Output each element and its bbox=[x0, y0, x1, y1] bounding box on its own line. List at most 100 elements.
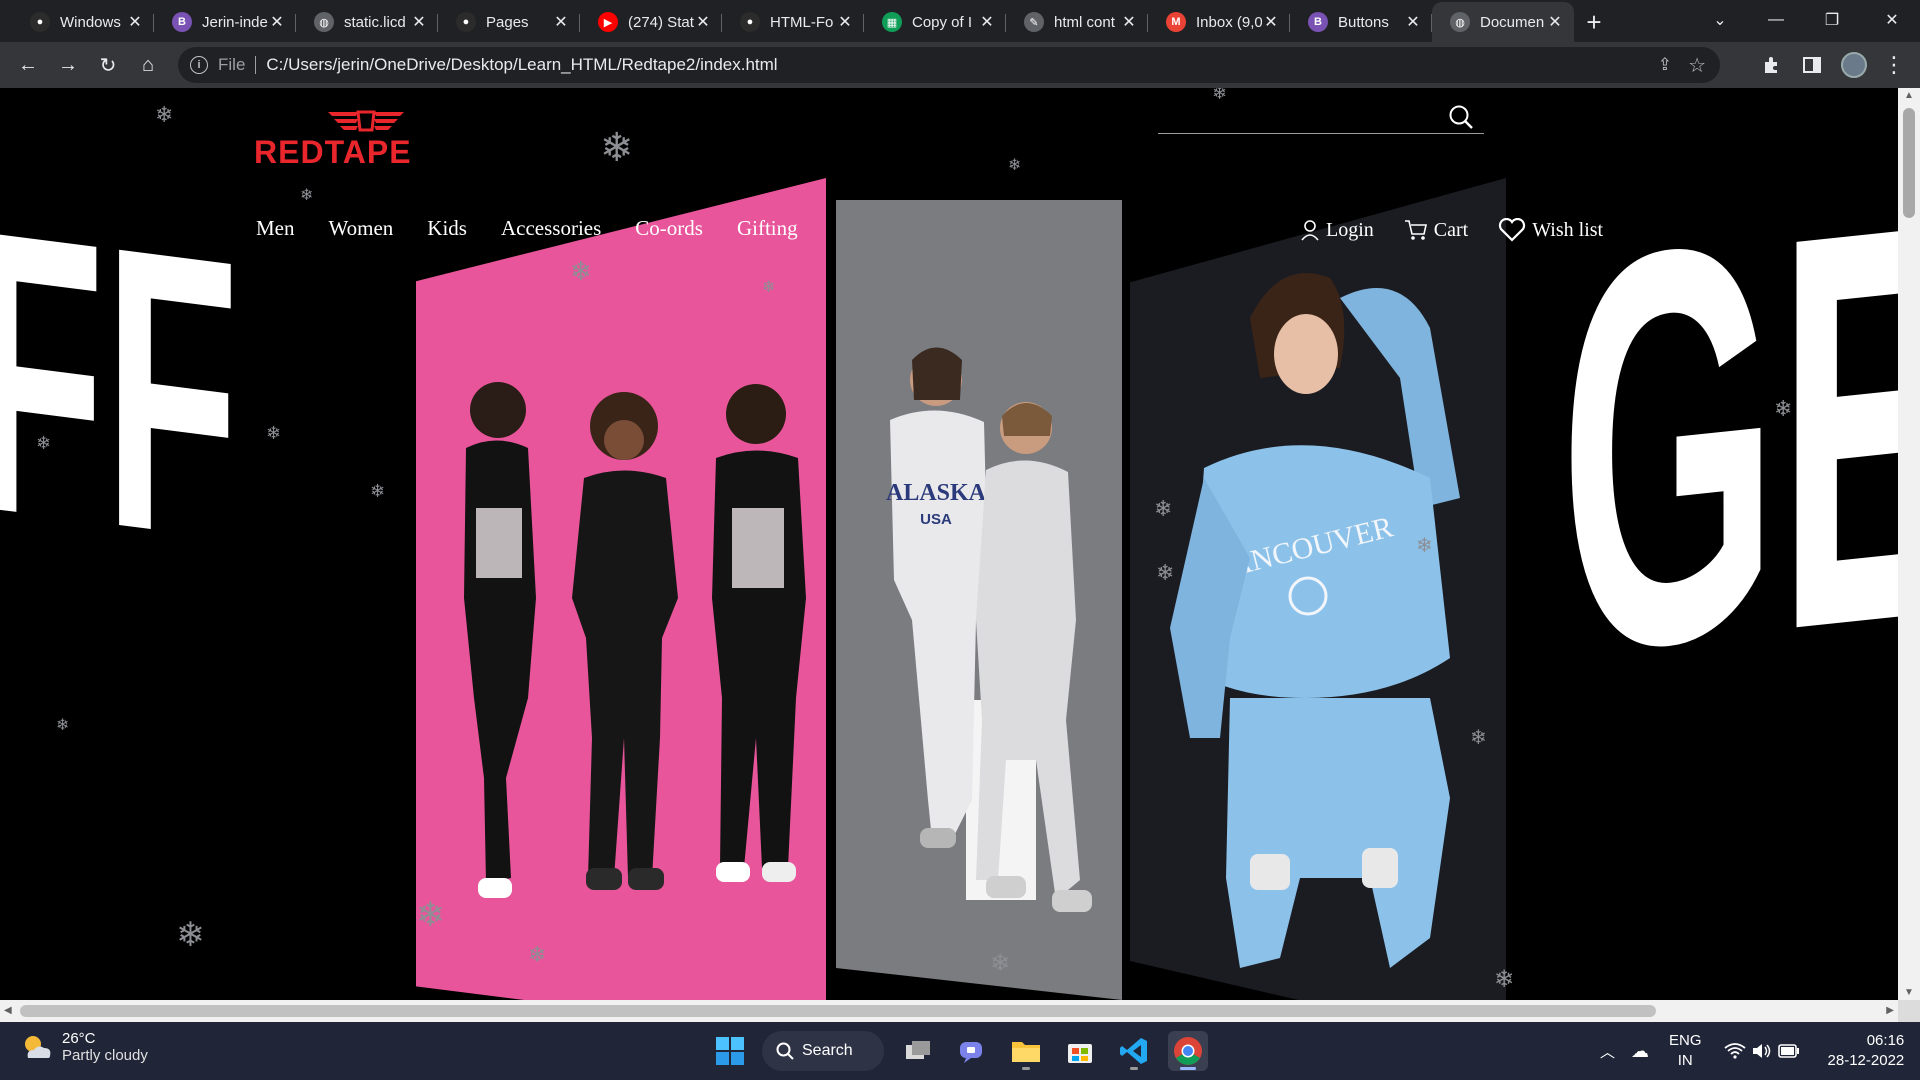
share-icon[interactable]: ⇪ bbox=[1658, 55, 1672, 75]
system-tray: ︿ ☁ ENG IN 06:16 28-12-2022 bbox=[1600, 1022, 1904, 1080]
side-panel-icon[interactable] bbox=[1792, 45, 1832, 85]
bootstrap-icon: B bbox=[172, 12, 192, 32]
clock[interactable]: 06:16 28-12-2022 bbox=[1828, 1031, 1905, 1071]
back-icon[interactable]: ← bbox=[8, 45, 48, 85]
close-tab-icon[interactable]: ✕ bbox=[694, 12, 712, 32]
snowflake-icon: ❄ bbox=[1470, 727, 1487, 749]
tab-title: (274) Stat bbox=[628, 13, 694, 31]
restore-icon[interactable]: ❐ bbox=[1804, 0, 1860, 40]
close-tab-icon[interactable]: ✕ bbox=[552, 12, 570, 32]
nav-link-gifting[interactable]: Gifting bbox=[737, 216, 798, 241]
forward-icon[interactable]: → bbox=[48, 45, 88, 85]
redtape-logo[interactable]: REDTAPE bbox=[254, 110, 478, 170]
weather-widget[interactable]: 26°C Partly cloudy bbox=[20, 1030, 148, 1064]
microsoft-store-icon[interactable] bbox=[1060, 1031, 1100, 1071]
snowflake-icon: ❄ bbox=[266, 423, 282, 443]
battery-icon[interactable] bbox=[1777, 1044, 1800, 1058]
browser-tab[interactable]: ● Windows ✕ bbox=[12, 2, 154, 42]
nav-link-co-ords[interactable]: Co-ords bbox=[635, 216, 703, 241]
file-explorer-icon[interactable] bbox=[1006, 1031, 1046, 1071]
taskbar-search[interactable]: Search bbox=[762, 1031, 884, 1071]
hero-panel-vancouver: VANCOUVER bbox=[1130, 178, 1506, 1000]
snowflake-icon: ❄ bbox=[762, 279, 776, 296]
url-text[interactable]: C:/Users/jerin/OneDrive/Desktop/Learn_HT… bbox=[266, 55, 777, 75]
search-input[interactable] bbox=[1158, 98, 1484, 133]
teams-chat-icon[interactable] bbox=[952, 1031, 992, 1071]
scroll-down-icon[interactable]: ▼ bbox=[1904, 987, 1914, 998]
browser-tab[interactable]: B Jerin-inde ✕ bbox=[154, 2, 296, 42]
close-tab-icon[interactable]: ✕ bbox=[1262, 12, 1280, 32]
browser-tab[interactable]: ▦ Copy of I ✕ bbox=[864, 2, 1006, 42]
browser-tab[interactable]: ◍ Documen ✕ bbox=[1432, 2, 1574, 42]
close-tab-icon[interactable]: ✕ bbox=[1404, 12, 1422, 32]
vertical-scrollbar[interactable]: ▲ ▼ bbox=[1898, 88, 1920, 1000]
nav-link-women[interactable]: Women bbox=[329, 216, 394, 241]
scroll-corner bbox=[1898, 1000, 1920, 1022]
onedrive-cloud-icon[interactable]: ☁ bbox=[1631, 1041, 1649, 1062]
url-separator bbox=[255, 56, 257, 74]
browser-tab[interactable]: ▶ (274) Stat ✕ bbox=[580, 2, 722, 42]
snowflake-icon: ❄ bbox=[1008, 157, 1022, 174]
snowflake-icon: ❄ bbox=[570, 256, 592, 286]
show-hidden-icons-icon[interactable]: ︿ bbox=[1600, 1041, 1615, 1062]
horizontal-scrollbar[interactable]: ◀ ▶ bbox=[0, 1000, 1898, 1022]
horizontal-scroll-thumb[interactable] bbox=[20, 1005, 1656, 1017]
close-tab-icon[interactable]: ✕ bbox=[1120, 12, 1138, 32]
browser-tab[interactable]: ● HTML-Fo ✕ bbox=[722, 2, 864, 42]
home-icon[interactable]: ⌂ bbox=[128, 45, 168, 85]
github-icon: ● bbox=[740, 12, 760, 32]
close-tab-icon[interactable]: ✕ bbox=[836, 12, 854, 32]
bookmark-star-icon[interactable]: ☆ bbox=[1688, 53, 1706, 78]
task-view-icon[interactable] bbox=[898, 1031, 938, 1071]
tab-title: Pages bbox=[486, 13, 529, 31]
chrome-icon[interactable] bbox=[1168, 1031, 1208, 1071]
scroll-left-icon[interactable]: ◀ bbox=[4, 1005, 12, 1016]
github-icon: ● bbox=[30, 12, 50, 32]
menu-kebab-icon[interactable]: ⋮ bbox=[1874, 45, 1914, 85]
login-link[interactable]: Login bbox=[1300, 219, 1374, 242]
vertical-scroll-thumb[interactable] bbox=[1903, 108, 1915, 218]
wishlist-link[interactable]: Wish list bbox=[1498, 218, 1603, 242]
browser-tab[interactable]: ✎ html cont ✕ bbox=[1006, 2, 1148, 42]
nav-link-accessories[interactable]: Accessories bbox=[501, 216, 601, 241]
close-tab-icon[interactable]: ✕ bbox=[1546, 12, 1564, 32]
nav-link-kids[interactable]: Kids bbox=[427, 216, 467, 241]
snowflake-icon: ❄ bbox=[1774, 396, 1793, 421]
browser-tab[interactable]: B Buttons ✕ bbox=[1290, 2, 1432, 42]
tab-title: static.licd bbox=[344, 13, 406, 31]
browser-tab[interactable]: ◍ static.licd ✕ bbox=[296, 2, 438, 42]
address-bar[interactable]: i File C:/Users/jerin/OneDrive/Desktop/L… bbox=[178, 47, 1720, 83]
close-tab-icon[interactable]: ✕ bbox=[126, 12, 144, 32]
snowflake-icon: ❄ bbox=[1212, 88, 1228, 103]
extensions-icon[interactable] bbox=[1752, 45, 1792, 85]
browser-tab[interactable]: M Inbox (9,0 ✕ bbox=[1148, 2, 1290, 42]
cart-link[interactable]: Cart bbox=[1404, 219, 1468, 242]
nav-link-men[interactable]: Men bbox=[256, 216, 295, 241]
heart-icon bbox=[1499, 218, 1526, 242]
close-tab-icon[interactable]: ✕ bbox=[410, 12, 428, 32]
tab-search-icon[interactable]: ⌄ bbox=[1692, 0, 1748, 40]
search-icon[interactable] bbox=[1448, 104, 1474, 130]
scroll-right-icon[interactable]: ▶ bbox=[1886, 1005, 1894, 1016]
profile-avatar[interactable] bbox=[1834, 45, 1874, 85]
volume-icon[interactable] bbox=[1752, 1043, 1772, 1059]
taskbar-search-icon bbox=[776, 1042, 794, 1060]
new-tab-icon[interactable]: + bbox=[1574, 2, 1614, 42]
close-tab-icon[interactable]: ✕ bbox=[268, 12, 286, 32]
start-windows-icon[interactable] bbox=[710, 1031, 750, 1071]
wishlist-label: Wish list bbox=[1532, 218, 1604, 241]
site-search bbox=[1158, 98, 1484, 134]
tab-title: Jerin-inde bbox=[202, 13, 268, 31]
close-tab-icon[interactable]: ✕ bbox=[978, 12, 996, 32]
minimize-icon[interactable]: — bbox=[1748, 0, 1804, 40]
vscode-icon[interactable] bbox=[1114, 1031, 1154, 1071]
language-indicator[interactable]: ENG IN bbox=[1669, 1031, 1702, 1071]
close-window-icon[interactable]: ✕ bbox=[1864, 0, 1920, 40]
reload-icon[interactable]: ↻ bbox=[88, 45, 128, 85]
wifi-icon[interactable] bbox=[1723, 1043, 1746, 1059]
site-info-icon[interactable]: i bbox=[190, 56, 208, 74]
browser-tab[interactable]: ● Pages ✕ bbox=[438, 2, 580, 42]
page-viewport: FF GE ALASKA USA VANCOUVER REDTAPE Men W… bbox=[0, 88, 1898, 1000]
url-scheme: File bbox=[218, 55, 246, 74]
scroll-up-icon[interactable]: ▲ bbox=[1904, 90, 1914, 101]
